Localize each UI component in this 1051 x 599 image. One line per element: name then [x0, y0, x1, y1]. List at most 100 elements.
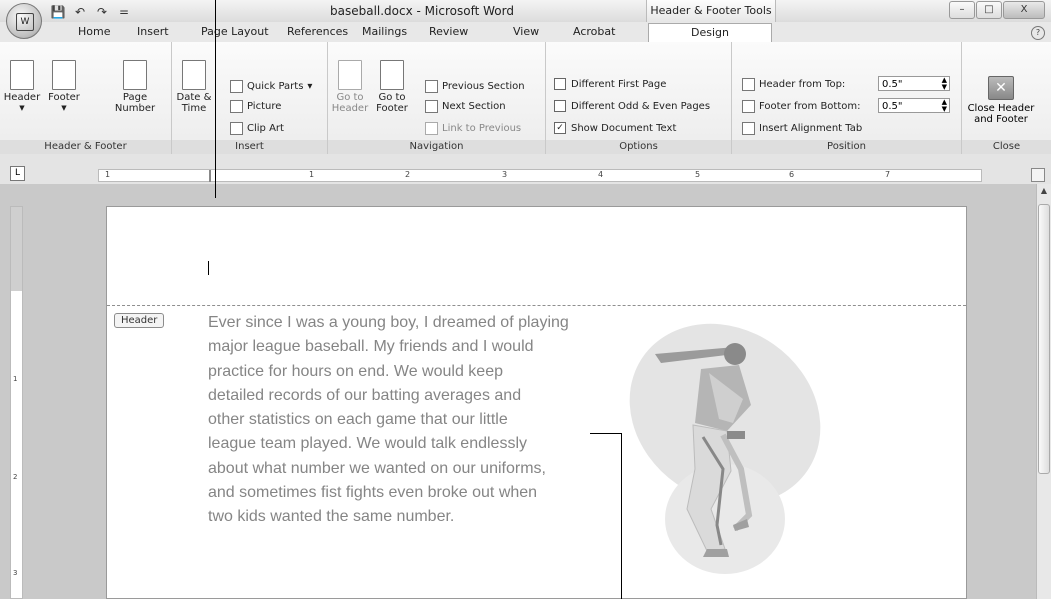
spinner-arrows-icon[interactable]: ▲ ▼ — [942, 99, 947, 113]
footer-from-bottom-input[interactable]: 0.5" ▲ ▼ — [878, 98, 950, 113]
tab-review[interactable]: Review — [429, 25, 468, 38]
ruler-number: 1 — [309, 170, 315, 179]
ruler-number: 1 — [13, 375, 18, 383]
group-navigation: Go to Header Go to Footer Previous Secti… — [328, 42, 546, 154]
chevron-down-icon: ▾ — [307, 80, 313, 92]
ribbon-tabs: Home Insert Page Layout References Maili… — [0, 22, 1051, 42]
close-icon: ✕ — [988, 76, 1014, 100]
close-button[interactable]: X — [1003, 1, 1045, 19]
text-line: league team played. We would talk endles… — [208, 435, 527, 453]
group-close: ✕ Close Header and Footer Close — [962, 42, 1051, 154]
previous-section-button[interactable]: Previous Section — [425, 78, 525, 94]
text-line: Ever since I was a young boy, I dreamed … — [208, 314, 569, 331]
go-to-header-button[interactable]: Go to Header — [330, 60, 370, 114]
group-label: Header & Footer — [0, 140, 171, 154]
maximize-button[interactable]: □ — [976, 1, 1002, 19]
tab-references[interactable]: References — [287, 25, 348, 38]
page-number-button[interactable]: Page Number — [110, 60, 160, 114]
tab-home[interactable]: Home — [78, 25, 110, 38]
ruler-number: 5 — [695, 170, 701, 179]
baseball-player-clipart — [629, 323, 821, 574]
quick-parts-icon — [230, 79, 243, 93]
close-header-footer-button[interactable]: ✕ Close Header and Footer — [966, 74, 1036, 125]
tab-view[interactable]: View — [513, 25, 539, 38]
header-footer-tools-label: Header & Footer Tools — [646, 0, 776, 22]
go-to-header-icon — [338, 60, 362, 90]
different-odd-even-option[interactable]: Different Odd & Even Pages — [554, 100, 710, 112]
document-area: 1 2 3 Header Ever since I was a young bo… — [0, 184, 1051, 599]
scrollbar-thumb[interactable] — [1038, 204, 1050, 474]
tab-mailings[interactable]: Mailings — [362, 25, 407, 38]
insert-alignment-tab-button[interactable]: Insert Alignment Tab — [742, 120, 862, 136]
ruler-bar: L 1 1 2 3 4 5 6 7 — [0, 154, 1051, 184]
link-icon — [425, 121, 438, 135]
header-boundary — [107, 305, 966, 306]
page-number-icon — [123, 60, 147, 90]
text-line: other statistics on each game that our l… — [208, 411, 508, 429]
view-ruler-icon[interactable] — [1031, 168, 1045, 182]
spinner-arrows-icon[interactable]: ▲ ▼ — [942, 77, 947, 91]
go-to-footer-button[interactable]: Go to Footer — [372, 60, 412, 114]
show-document-text-option[interactable]: ✓ Show Document Text — [554, 122, 676, 134]
window-controls: – □ X — [949, 1, 1045, 19]
tab-insert[interactable]: Insert — [137, 25, 169, 38]
group-label: Close — [962, 140, 1051, 154]
header-button[interactable]: Header ▼ — [2, 60, 42, 114]
text-line: two kids wanted the same number. — [208, 508, 455, 526]
footer-position-icon — [742, 99, 755, 113]
tab-acrobat[interactable]: Acrobat — [573, 25, 615, 38]
text-line: major league baseball. My friends and I … — [208, 338, 534, 356]
customize-toolbar-icon[interactable]: = — [116, 4, 132, 20]
body-text[interactable]: Ever since I was a young boy, I dreamed … — [208, 311, 628, 530]
group-label: Position — [732, 140, 961, 154]
go-to-footer-icon — [380, 60, 404, 90]
undo-icon[interactable]: ↶ — [72, 4, 88, 20]
different-odd-even-checkbox[interactable] — [554, 100, 566, 112]
chevron-down-icon: ▼ — [61, 104, 67, 112]
redo-icon[interactable]: ↷ — [94, 4, 110, 20]
office-button[interactable]: W — [6, 3, 42, 39]
clip-art-icon — [230, 121, 243, 135]
ruler-number: 2 — [13, 473, 18, 481]
title-bar: 💾 ↶ ↷ = baseball.docx - Microsoft Word H… — [0, 0, 1051, 23]
alignment-tab-icon — [742, 121, 755, 135]
calendar-icon — [182, 60, 206, 90]
footer-icon — [52, 60, 76, 90]
group-options: Different First Page Different Odd & Eve… — [546, 42, 732, 154]
ruler-number: 1 — [105, 170, 111, 179]
ruler-margin — [11, 207, 22, 291]
group-label: Options — [546, 140, 731, 154]
group-position: Header from Top: 0.5" ▲ ▼ Footer from Bot… — [732, 42, 962, 154]
help-icon[interactable]: ? — [1031, 26, 1045, 40]
footer-button[interactable]: Footer ▼ — [44, 60, 84, 114]
document-page[interactable]: Header Ever since I was a young boy, I d… — [106, 206, 967, 599]
date-time-button[interactable]: Date & Time — [174, 60, 214, 114]
show-document-text-checkbox[interactable]: ✓ — [554, 122, 566, 134]
save-icon[interactable]: 💾 — [50, 4, 66, 20]
previous-section-icon — [425, 79, 438, 93]
text-line: detailed records of our batting averages… — [208, 386, 522, 404]
different-first-page-checkbox[interactable] — [554, 78, 566, 90]
ruler-number: 6 — [789, 170, 795, 179]
header-from-top-input[interactable]: 0.5" ▲ ▼ — [878, 76, 950, 91]
vertical-ruler[interactable]: 1 2 3 — [10, 206, 23, 599]
vertical-scrollbar[interactable]: ▲ — [1036, 184, 1051, 599]
clip-art-button[interactable]: Clip Art — [230, 120, 284, 136]
next-section-button[interactable]: Next Section — [425, 98, 506, 114]
different-first-page-option[interactable]: Different First Page — [554, 78, 666, 90]
ribbon: Header ▼ Footer ▼ Page Number Header & F… — [0, 42, 1051, 155]
quick-parts-button[interactable]: Quick Parts ▾ — [230, 78, 312, 94]
callout-line — [590, 433, 621, 434]
scroll-up-icon[interactable]: ▲ — [1037, 184, 1051, 198]
picture-button[interactable]: Picture — [230, 98, 281, 114]
tab-selector-button[interactable]: L — [10, 166, 25, 181]
picture-icon — [230, 99, 243, 113]
tab-page-layout[interactable]: Page Layout — [201, 25, 269, 38]
tab-design[interactable]: Design — [648, 23, 772, 42]
indent-marker-icon[interactable] — [209, 170, 211, 182]
header-position-icon — [742, 77, 755, 91]
link-to-previous-button[interactable]: Link to Previous — [425, 120, 521, 136]
horizontal-ruler[interactable]: 1 1 2 3 4 5 6 7 — [98, 169, 982, 182]
minimize-button[interactable]: – — [949, 1, 975, 19]
ruler-number: 4 — [598, 170, 604, 179]
